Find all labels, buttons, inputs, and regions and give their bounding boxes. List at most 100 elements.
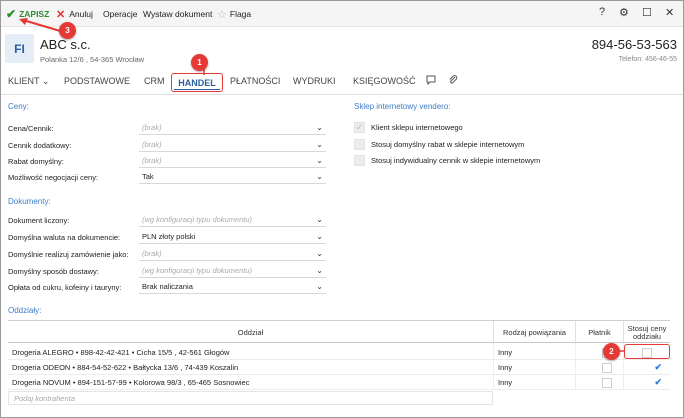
chevron-down-icon: ⌄ [316,123,323,132]
branch-cell: Drogeria NOVUM • 894-151-57-99 • Kolorow… [12,378,250,387]
tab-chat-icon[interactable] [425,74,437,88]
relation-cell[interactable]: Inny [493,375,575,390]
store-client-checkbox[interactable]: ✓ Klient sklepu internetowego [354,121,463,134]
checkbox-icon [354,139,365,150]
branch-cell: Drogeria ALEGRO • 898-42-42-421 • Cicha … [12,348,230,357]
check-icon: ✔ [654,362,662,372]
select-value: (brak) [142,249,162,258]
table-row[interactable]: Drogeria ALEGRO • 898-42-42-421 • Cicha … [8,345,670,360]
branch-prices-cell[interactable]: ✔ [623,375,670,390]
field-label: Cennik dodatkowy: [8,140,72,150]
delivery-method-field: Domyślny sposób dostawy: (wg konfiguracj… [8,264,326,278]
cancel-label: Anuluj [69,9,93,19]
checkbox-label: Stosuj domyślny rabat w sklepie internet… [371,140,525,149]
store-individual-price-checkbox[interactable]: Stosuj indywidualny cennik w sklepie int… [354,154,540,167]
chevron-down-icon: ⌄ [316,172,323,181]
issue-document-label: Wystaw dokument [143,9,213,19]
extra-price-list-select[interactable]: (brak) ⌄ [139,138,326,152]
field-label: Opłata od cukru, kofeiny i tauryny: [8,282,122,292]
select-value: PLN złoty polski [142,232,196,241]
order-fulfillment-select[interactable]: (brak) ⌄ [139,247,326,261]
select-value: (brak) [142,140,162,149]
branches-section-title: Oddziały: [8,306,42,315]
operations-menu[interactable]: Operacje [103,7,138,21]
operations-label: Operacje [103,9,138,19]
tab-wydruki[interactable]: WYDRUKI [293,76,336,86]
delivery-method-select[interactable]: (wg konfiguracji typu dokumentu) ⌄ [139,264,326,278]
field-label: Możliwość negocjacji ceny: [8,172,99,182]
select-value: Brak naliczania [142,282,193,291]
checkbox-label: Klient sklepu internetowego [371,123,463,132]
counted-document-select[interactable]: (wg konfiguracji typu dokumentu) ⌄ [139,213,326,227]
documents-section-title: Dokumenty: [8,197,51,206]
payer-cell[interactable] [575,375,623,390]
window-close-icon[interactable]: ✕ [665,6,674,19]
branch-cell: Drogeria ODEON • 884-54-52-622 • Bałtyck… [12,363,239,372]
default-currency-select[interactable]: PLN złoty polski ⌄ [139,230,326,244]
tax-number: 894-56-53-563 [591,37,677,52]
select-value: (wg konfiguracji typu dokumentu) [142,215,253,224]
window: ✔ ZAPISZ ✕ Anuluj Operacje Wystaw dokume… [0,0,684,418]
tab-handel[interactable]: HANDEL [171,73,223,92]
default-discount-select[interactable]: (brak) ⌄ [139,154,326,168]
table-row[interactable]: Drogeria NOVUM • 894-151-57-99 • Kolorow… [8,375,670,390]
tab-platnosci[interactable]: PŁATNOŚCI [230,76,280,86]
store-default-discount-checkbox[interactable]: Stosuj domyślny rabat w sklepie internet… [354,138,524,151]
checkbox-checked-icon: ✓ [354,122,365,133]
chevron-down-icon: ⌄ [316,282,323,291]
add-contractor-input[interactable]: Podaj kontrahenta [8,391,493,405]
tab-podstawowe[interactable]: PODSTAWOWE [64,76,130,86]
select-value: (brak) [142,123,162,132]
company-address: Polanka 12/6 , 54-365 Wrocław [40,55,145,64]
price-list-select[interactable]: (brak) ⌄ [139,121,326,135]
tab-crm[interactable]: CRM [144,76,165,86]
column-header-relation[interactable]: Rodzaj powiązania [493,321,575,344]
chevron-down-icon: ⌄ [316,140,323,149]
gear-icon[interactable]: ⚙ [619,6,629,19]
chevron-down-icon: ⌄ [316,215,323,224]
field-label: Domyślny sposób dostawy: [8,266,99,276]
field-label: Dokument liczony: [8,215,70,225]
column-header-branch[interactable]: Oddział [8,321,493,344]
default-currency-field: Domyślna waluta na dokumencie: PLN złoty… [8,230,326,244]
field-label: Domyślna waluta na dokumencie: [8,232,121,242]
field-label: Rabat domyślny: [8,156,64,166]
toolbar: ✔ ZAPISZ ✕ Anuluj Operacje Wystaw dokume… [1,1,683,27]
column-header-branch-prices[interactable]: Stosuj ceny oddziału [623,321,670,344]
relation-cell[interactable]: Inny [493,345,575,360]
contractor-header: FI ABC s.c. Polanka 12/6 , 54-365 Wrocła… [1,27,683,71]
sugar-fee-select[interactable]: Brak naliczania ⌄ [139,280,326,294]
issue-document-button[interactable]: Wystaw dokument [143,7,212,21]
column-header-payer[interactable]: Płatnik [575,321,623,344]
price-negotiation-field: Możliwość negocjacji ceny: Tak ⌄ [8,170,326,184]
step-badge-3: 3 [59,22,76,39]
field-label: Cena/Cennik: [8,123,54,133]
chevron-down-icon: ⌄ [316,266,323,275]
checkbox-icon [602,377,612,388]
table-row[interactable]: Drogeria ODEON • 884-54-52-622 • Bałtyck… [8,360,670,375]
tab-ksiegowosc[interactable]: KSIĘGOWOŚĆ [353,76,416,86]
help-icon[interactable]: ? [599,6,605,18]
chevron-down-icon: ⌄ [316,249,323,258]
price-negotiation-select[interactable]: Tak ⌄ [139,170,326,184]
checkbox-icon [602,362,612,373]
checkbox-label: Stosuj indywidualny cennik w sklepie int… [371,156,541,165]
field-label: Domyślnie realizuj zamówienie jako: [8,249,129,259]
tab-attachment-icon[interactable] [447,74,459,88]
branch-prices-cell[interactable]: ✔ [623,360,670,375]
star-icon: ☆ [217,8,227,21]
tab-bar: KLIENT ⌄ PODSTAWOWE CRM HANDEL PŁATNOŚCI… [1,71,683,95]
prices-section-title: Ceny: [8,102,29,111]
maximize-icon[interactable]: ☐ [642,6,652,19]
checkbox-icon [354,155,365,166]
step-badge-1: 1 [191,54,208,71]
counted-document-field: Dokument liczony: (wg konfiguracji typu … [8,213,326,227]
flag-button[interactable]: ☆ Flaga [217,7,251,21]
relation-cell[interactable]: Inny [493,360,575,375]
price-list-field: Cena/Cennik: (brak) ⌄ [8,121,326,135]
tab-klient[interactable]: KLIENT ⌄ [8,76,49,87]
chevron-down-icon: ⌄ [316,232,323,241]
select-value: (brak) [142,156,162,165]
step-badge-2: 2 [603,343,620,360]
payer-cell[interactable] [575,360,623,375]
